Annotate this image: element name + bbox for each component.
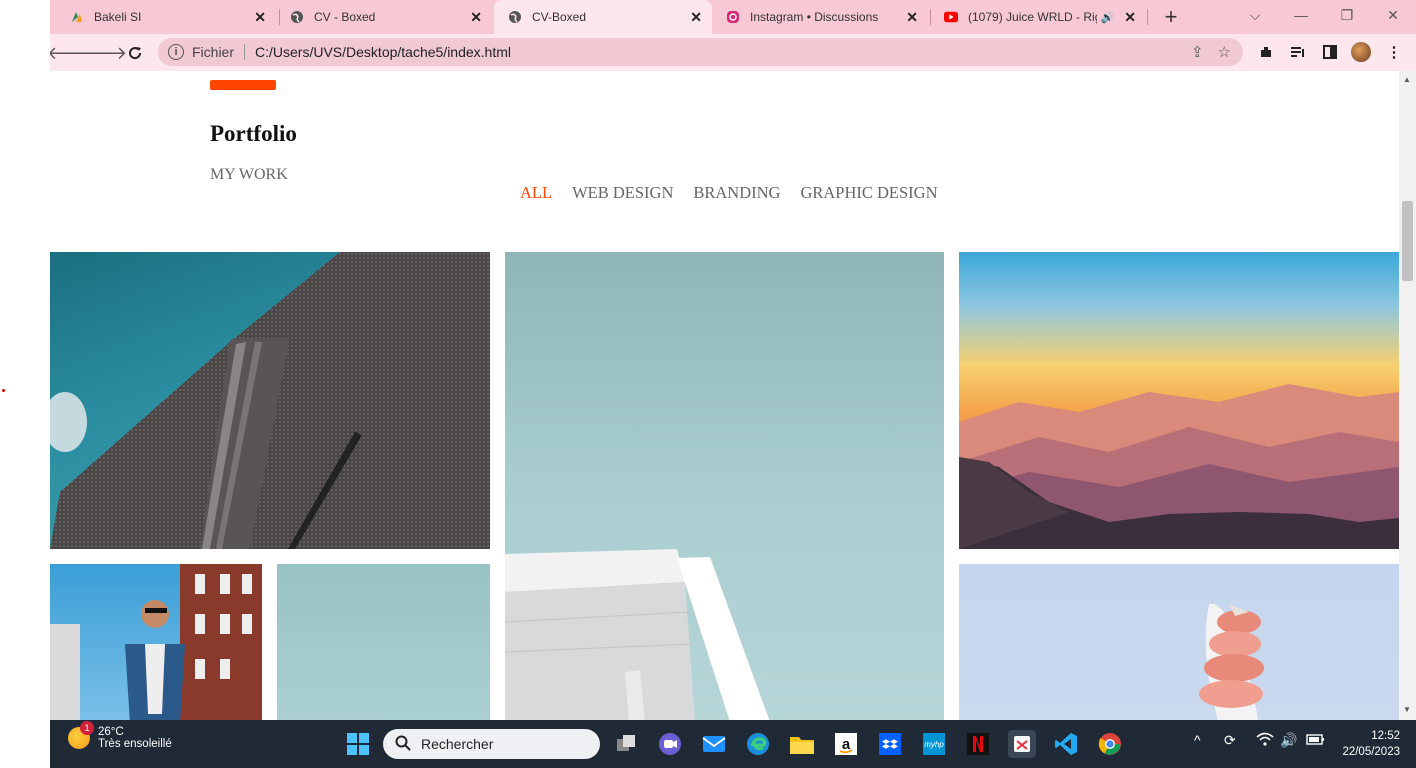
new-tab-button[interactable]: + <box>1158 4 1184 30</box>
portfolio-image-man[interactable] <box>50 564 262 720</box>
close-tab-icon[interactable]: ✕ <box>906 9 918 26</box>
browser-window: Bakeli SI ✕ CV - Boxed ✕ CV-Boxed ✕ Inst… <box>50 0 1416 720</box>
restore-button[interactable]: ❐ <box>1324 0 1370 30</box>
scroll-up-icon[interactable]: ▲ <box>1403 75 1411 84</box>
portfolio-filters: ALL WEB DESIGN BRANDING GRAPHIC DESIGN <box>520 183 938 203</box>
tab-cv-boxed-active[interactable]: CV-Boxed ✕ <box>494 0 712 34</box>
portfolio-image-sky[interactable] <box>277 564 490 720</box>
page-scrollbar[interactable]: ▲ ▼ <box>1399 71 1416 720</box>
system-clock[interactable]: 12:52 22/05/2023 <box>1342 728 1400 760</box>
weather-condition: Très ensoleillé <box>98 738 172 750</box>
minimize-button[interactable]: — <box>1278 0 1324 30</box>
side-panel-icon[interactable] <box>1320 42 1340 62</box>
amazon-icon[interactable]: a <box>832 730 860 758</box>
portfolio-image-mountains[interactable] <box>959 252 1399 549</box>
section-accent-bar <box>210 80 276 90</box>
globe-icon <box>290 10 304 24</box>
tab-title: (1079) Juice WRLD - Rig <box>968 10 1097 24</box>
reload-icon <box>129 47 142 60</box>
tab-search-icon[interactable]: ⌵ <box>1232 0 1278 30</box>
chrome-icon[interactable] <box>1096 730 1124 758</box>
close-tab-icon[interactable]: ✕ <box>1124 9 1136 26</box>
close-tab-icon[interactable]: ✕ <box>690 9 702 26</box>
bakeli-favicon-icon <box>70 10 84 24</box>
youtube-icon <box>944 10 958 24</box>
speaker-icon[interactable]: 🔊 <box>1101 11 1115 24</box>
teams-chat-icon[interactable] <box>656 730 684 758</box>
notification-badge: 1 <box>80 721 94 735</box>
clock-time: 12:52 <box>1371 730 1400 742</box>
tab-strip: Bakeli SI ✕ CV - Boxed ✕ CV-Boxed ✕ Inst… <box>50 0 1416 34</box>
desktop-edge <box>0 0 50 768</box>
show-hidden-icons-icon[interactable]: ^ <box>1194 732 1201 748</box>
scroll-down-icon[interactable]: ▼ <box>1403 705 1411 714</box>
mail-icon[interactable] <box>700 730 728 758</box>
file-explorer-icon[interactable] <box>788 730 816 758</box>
close-window-button[interactable]: ✕ <box>1370 0 1416 30</box>
instagram-icon <box>726 10 740 24</box>
tab-title: Bakeli SI <box>94 10 142 24</box>
browser-toolbar: 🡐 🡒 i Fichier C:/Users/UVS/Desktop/tache… <box>50 34 1416 72</box>
tab-title: CV-Boxed <box>532 10 587 24</box>
dropbox-icon[interactable] <box>876 730 904 758</box>
close-tab-icon[interactable]: ✕ <box>470 9 482 26</box>
tab-title: CV - Boxed <box>314 10 376 24</box>
vscode-icon[interactable] <box>1052 730 1080 758</box>
windows-taskbar: 1 26°C Très ensoleillé Rechercher a myhp <box>50 720 1416 768</box>
search-placeholder: Rechercher <box>421 736 494 752</box>
tab-youtube[interactable]: (1079) Juice WRLD - Rig 🔊 ✕ <box>930 0 1146 34</box>
tab-instagram[interactable]: Instagram • Discussions ✕ <box>712 0 928 34</box>
sun-icon: 1 <box>68 721 94 749</box>
menu-kebab-icon[interactable]: ⋮ <box>1384 42 1404 62</box>
windows-start-icon[interactable] <box>344 730 372 758</box>
globe-icon <box>508 10 522 24</box>
portfolio-image-sky-building[interactable] <box>505 252 944 720</box>
media-control-icon[interactable] <box>1288 42 1308 62</box>
sync-icon[interactable]: ⟳ <box>1224 732 1236 749</box>
edge-browser-icon[interactable] <box>744 730 772 758</box>
myhp-icon[interactable]: myhp <box>920 730 948 758</box>
forward-button[interactable]: 🡒 <box>79 40 127 66</box>
desktop-dot <box>2 389 5 392</box>
tab-title: Instagram • Discussions <box>750 10 879 24</box>
search-icon <box>395 735 411 754</box>
portfolio-image-ice-cream[interactable] <box>959 564 1399 720</box>
svg-text:myhp: myhp <box>924 740 944 749</box>
filter-branding[interactable]: BRANDING <box>693 183 780 203</box>
page-viewport: Portfolio MY WORK ALL WEB DESIGN BRANDIN… <box>50 71 1399 720</box>
volume-icon[interactable]: 🔊 <box>1280 732 1297 749</box>
taskbar-search[interactable]: Rechercher <box>383 729 600 759</box>
url-text[interactable]: C:/Users/UVS/Desktop/tache5/index.html <box>255 44 511 60</box>
url-separator <box>244 44 246 60</box>
profile-avatar[interactable] <box>1351 42 1371 62</box>
weather-widget[interactable]: 1 26°C Très ensoleillé <box>68 721 172 750</box>
url-scheme: Fichier <box>192 44 235 60</box>
bookmark-star-icon[interactable]: ☆ <box>1218 43 1231 61</box>
clock-date: 22/05/2023 <box>1342 746 1400 758</box>
tab-separator <box>1147 9 1148 25</box>
scrollbar-thumb[interactable] <box>1402 201 1413 281</box>
portfolio-image-building[interactable] <box>50 252 490 549</box>
extensions-icon[interactable] <box>1256 42 1276 62</box>
filter-web-design[interactable]: WEB DESIGN <box>572 183 673 203</box>
netflix-icon[interactable] <box>964 730 992 758</box>
page-subtitle: MY WORK <box>210 166 288 183</box>
share-icon[interactable]: ⇪ <box>1191 43 1204 61</box>
tab-bakeli[interactable]: Bakeli SI ✕ <box>56 0 276 34</box>
page-title: Portfolio <box>210 121 297 146</box>
snipping-tool-icon[interactable] <box>1008 730 1036 758</box>
tab-cv-boxed-1[interactable]: CV - Boxed ✕ <box>276 0 492 34</box>
info-icon[interactable]: i <box>168 44 184 60</box>
address-bar[interactable]: i Fichier C:/Users/UVS/Desktop/tache5/in… <box>158 38 1243 66</box>
filter-all[interactable]: ALL <box>520 183 552 203</box>
task-view-icon[interactable] <box>612 730 640 758</box>
reload-button[interactable] <box>122 40 148 66</box>
wifi-icon[interactable] <box>1256 732 1274 749</box>
filter-graphic-design[interactable]: GRAPHIC DESIGN <box>800 183 937 203</box>
temperature: 26°C <box>98 726 124 738</box>
battery-icon[interactable] <box>1305 732 1325 749</box>
close-tab-icon[interactable]: ✕ <box>254 9 266 26</box>
